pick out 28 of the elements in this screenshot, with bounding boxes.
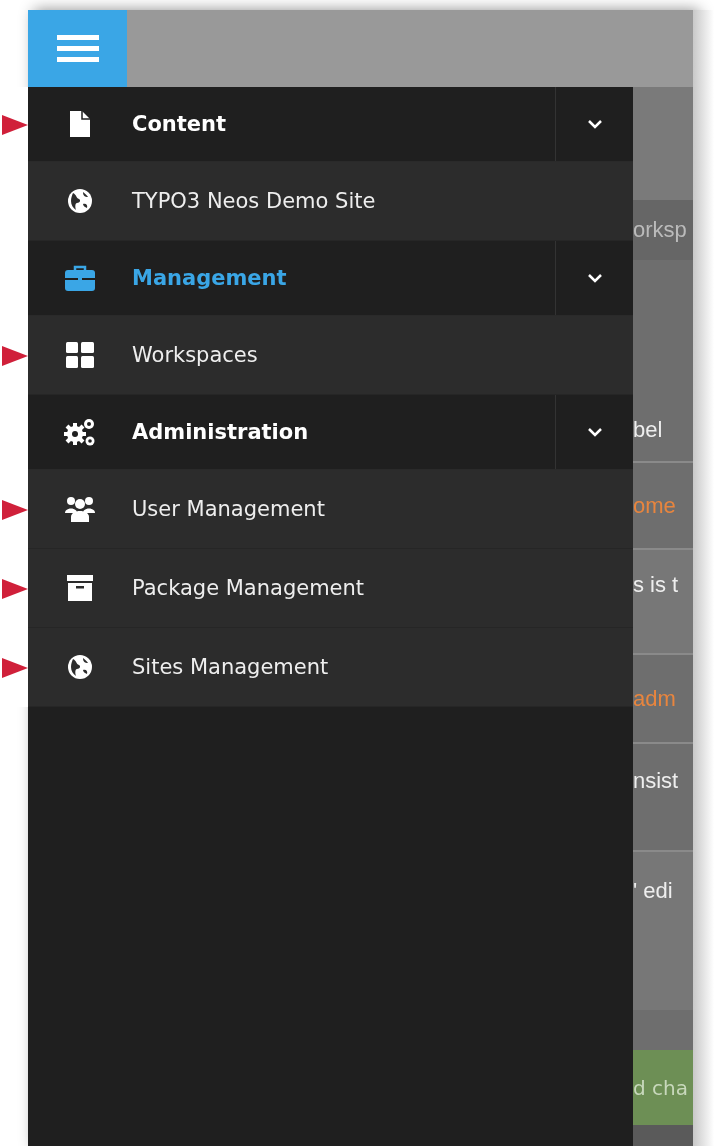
- globe-icon: [67, 654, 93, 680]
- chevron-icon: [586, 119, 603, 129]
- users-icon: [65, 495, 95, 523]
- chevron-icon: [586, 273, 603, 283]
- archive-box-icon: [67, 575, 93, 601]
- menu-item[interactable]: Package Management: [28, 549, 633, 628]
- chevron-icon: [586, 427, 603, 437]
- document-icon: [69, 110, 91, 138]
- section-title: Content: [132, 112, 227, 136]
- menu-icon: [56, 34, 99, 63]
- background-footer: [633, 1125, 693, 1146]
- grid-icon: [66, 342, 94, 368]
- partial-text: ' edi: [633, 878, 673, 904]
- partial-text: d cha: [633, 1075, 688, 1100]
- gears-icon: [64, 417, 96, 447]
- partial-text: s is t: [633, 572, 679, 598]
- section-title: Administration: [132, 420, 309, 444]
- partial-text: bel: [633, 417, 663, 443]
- partial-text: nsist: [633, 768, 679, 794]
- menu-item[interactable]: Workspaces: [28, 316, 633, 395]
- globe-icon: [67, 188, 93, 214]
- menu-item[interactable]: User Management: [28, 470, 633, 549]
- partial-text: orksp: [633, 217, 687, 243]
- section-title: Management: [132, 266, 287, 290]
- menu-item[interactable]: TYPO3 Neos Demo Site: [28, 162, 633, 241]
- briefcase-icon: [65, 265, 95, 291]
- menu-item[interactable]: Sites Management: [28, 628, 633, 707]
- menu-button[interactable]: [28, 10, 127, 87]
